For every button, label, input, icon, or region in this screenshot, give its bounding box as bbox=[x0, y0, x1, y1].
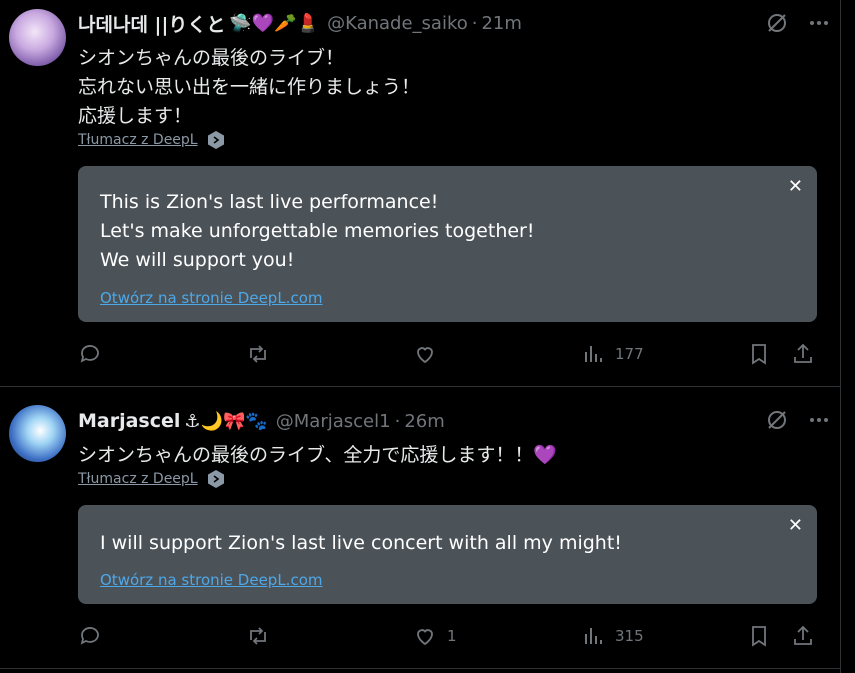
bookmark-button[interactable] bbox=[747, 342, 771, 366]
deepl-icon bbox=[207, 131, 224, 149]
reply-button[interactable] bbox=[78, 342, 102, 366]
heart-icon bbox=[417, 629, 433, 646]
bookmark-button[interactable] bbox=[747, 624, 771, 648]
reply-icon bbox=[80, 345, 99, 363]
translation-line: I will support Zion's last live concert … bbox=[100, 532, 622, 554]
display-name[interactable]: Marjascel bbox=[78, 410, 180, 432]
heart-icon bbox=[417, 347, 433, 364]
reply-icon bbox=[80, 627, 99, 645]
close-translation-button[interactable]: ✕ bbox=[788, 515, 803, 536]
tweet-separator bbox=[0, 386, 840, 387]
bookmark-icon bbox=[752, 344, 766, 365]
separator-dot: · bbox=[471, 12, 478, 34]
tweet-actions: 177 bbox=[78, 340, 818, 370]
retweet-button[interactable] bbox=[246, 342, 270, 366]
translate-deepl-link[interactable]: Tłumacz z DeepL bbox=[78, 469, 226, 489]
open-deepl-link[interactable]: Otwórz na stronie DeepL.com bbox=[100, 571, 322, 589]
view-count: 177 bbox=[615, 345, 644, 363]
translate-label[interactable]: Tłumacz z DeepL bbox=[78, 471, 198, 487]
share-icon bbox=[794, 343, 812, 363]
column-divider bbox=[840, 0, 841, 673]
deepl-translation-box: ✕ I will support Zion's last live concer… bbox=[78, 505, 817, 604]
translate-label[interactable]: Tłumacz z DeepL bbox=[78, 132, 198, 148]
tweet-text-line: シオンちゃんの最後のライブ！ bbox=[78, 47, 345, 69]
avatar[interactable] bbox=[9, 405, 66, 462]
user-handle[interactable]: @Kanade_saiko bbox=[327, 13, 468, 34]
grok-icon[interactable] bbox=[765, 11, 789, 35]
timestamp[interactable]: 26m bbox=[404, 411, 444, 432]
more-icon[interactable] bbox=[807, 11, 831, 35]
display-name[interactable]: 나데나데 ||りくと bbox=[78, 10, 225, 37]
analytics-icon bbox=[585, 628, 602, 644]
user-handle[interactable]: @Marjascel1 bbox=[276, 411, 391, 432]
timestamp[interactable]: 21m bbox=[481, 13, 521, 34]
tweet-header: Marjascel ⚓🌙🎀🐾 @Marjascel1 · 26m bbox=[78, 408, 445, 434]
close-translation-button[interactable]: ✕ bbox=[788, 176, 803, 197]
tweet-text-line: 応援します！ bbox=[78, 105, 193, 127]
translation-line: We will support you! bbox=[100, 249, 295, 271]
grok-icon[interactable] bbox=[765, 408, 789, 432]
share-button[interactable] bbox=[791, 342, 815, 366]
tweet-text-line: 忘れない思い出を一緒に作りましょう！ bbox=[78, 76, 421, 98]
header-icons bbox=[765, 408, 831, 432]
more-icon[interactable] bbox=[807, 408, 831, 432]
reply-button[interactable] bbox=[78, 624, 102, 648]
bookmark-icon bbox=[752, 626, 766, 647]
open-deepl-link[interactable]: Otwórz na stronie DeepL.com bbox=[100, 289, 322, 307]
deepl-translation-box: ✕ This is Zion's last live performance! … bbox=[78, 166, 817, 322]
header-icons bbox=[765, 11, 831, 35]
analytics-icon bbox=[585, 346, 602, 362]
deepl-icon bbox=[207, 470, 224, 488]
translation-line: This is Zion's last live performance! bbox=[100, 191, 439, 213]
tweet-header: 나데나데 ||りくと 🛸💜🥕💄 @Kanade_saiko · 21m bbox=[78, 10, 522, 36]
views-button[interactable]: 177 bbox=[581, 342, 644, 366]
tweet-separator bbox=[0, 668, 840, 669]
tweet-text-line: シオンちゃんの最後のライブ、全力で応援します！！💜 bbox=[78, 444, 558, 466]
views-button[interactable]: 315 bbox=[581, 624, 644, 648]
like-button[interactable]: 1 bbox=[413, 624, 457, 648]
tweet-actions: 1 315 bbox=[78, 622, 818, 652]
view-count: 315 bbox=[615, 627, 644, 645]
retweet-button[interactable] bbox=[246, 624, 270, 648]
like-button[interactable] bbox=[413, 342, 447, 366]
like-count: 1 bbox=[447, 627, 457, 645]
share-icon bbox=[794, 625, 812, 645]
name-emojis: 🛸💜🥕💄 bbox=[229, 12, 320, 34]
translate-deepl-link[interactable]: Tłumacz z DeepL bbox=[78, 130, 226, 150]
retweet-icon bbox=[250, 345, 266, 363]
translation-line: Let's make unforgettable memories togeth… bbox=[100, 220, 535, 242]
share-button[interactable] bbox=[791, 624, 815, 648]
avatar[interactable] bbox=[9, 9, 66, 66]
retweet-icon bbox=[250, 627, 266, 645]
name-emojis: ⚓🌙🎀🐾 bbox=[184, 410, 268, 432]
separator-dot: · bbox=[394, 410, 401, 432]
